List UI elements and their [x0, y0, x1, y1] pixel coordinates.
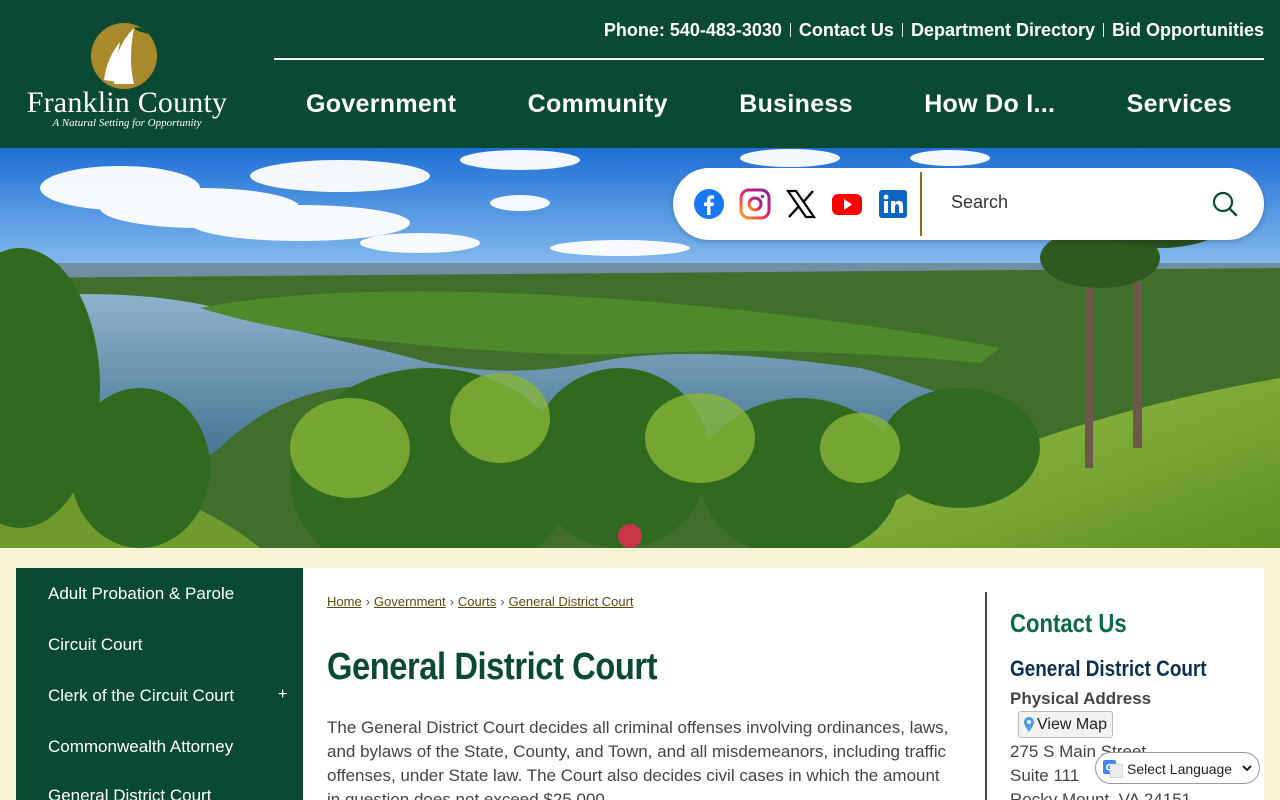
main-nav: Government Community Business How Do I..…	[274, 86, 1264, 126]
link-separator	[901, 23, 903, 37]
bid-opportunities-link[interactable]: Bid Opportunities	[1112, 20, 1264, 41]
breadcrumb-current[interactable]: General District Court	[509, 594, 634, 609]
page-description: The General District Court decides all c…	[327, 718, 949, 800]
contact-us-link[interactable]: Contact Us	[799, 20, 894, 41]
search-divider	[920, 172, 922, 236]
map-pin-icon	[1024, 717, 1034, 732]
contact-heading: Contact Us	[1010, 608, 1127, 638]
nav-how-do-i[interactable]: How Do I...	[924, 86, 1055, 126]
search-icon[interactable]	[1211, 190, 1239, 218]
search-bar: Search	[673, 168, 1264, 240]
expand-icon[interactable]: +	[278, 686, 287, 704]
nav-services[interactable]: Services	[1127, 86, 1232, 126]
select-language-label: Select Language	[1127, 761, 1233, 777]
sidebar-item-general-district-court[interactable]: General District Court	[48, 786, 211, 800]
link-separator	[1103, 23, 1104, 37]
utility-links: Phone: 540-483-3030 Contact Us Departmen…	[604, 18, 1264, 42]
sidebar-item-adult-probation[interactable]: Adult Probation & Parole	[48, 584, 234, 604]
sailboat-logo-icon	[91, 23, 157, 89]
column-divider	[985, 592, 987, 800]
youtube-icon[interactable]	[831, 188, 863, 220]
breadcrumb-courts[interactable]: Courts	[458, 594, 496, 609]
view-map-button[interactable]: View Map	[1018, 711, 1113, 738]
physical-address-label: Physical Address	[1010, 689, 1152, 708]
chevron-right-icon: ›	[449, 594, 454, 609]
chevron-right-icon: ›	[365, 594, 371, 609]
logo-tagline: A Natural Setting for Opportunity	[52, 117, 202, 129]
department-directory-link[interactable]: Department Directory	[911, 20, 1095, 41]
facebook-icon[interactable]	[693, 188, 725, 220]
address-line: Suite 111	[1010, 766, 1080, 785]
logo-name: Franklin County	[26, 86, 228, 119]
nav-business[interactable]: Business	[739, 86, 853, 126]
header-divider	[274, 58, 1264, 60]
x-icon[interactable]	[785, 188, 817, 220]
address-line: Rocky Mount, VA 24151	[1010, 790, 1192, 800]
sidebar-nav: Adult Probation & Parole Circuit Court C…	[16, 568, 303, 800]
sidebar-item-commonwealth-attorney[interactable]: Commonwealth Attorney	[48, 737, 233, 757]
franklin-county-logo[interactable]: Franklin County A Natural Setting for Op…	[14, 18, 240, 134]
nav-government[interactable]: Government	[306, 86, 456, 126]
chevron-right-icon: ›	[500, 594, 505, 609]
page-title: General District Court	[327, 646, 658, 688]
chevron-down-icon	[1242, 765, 1252, 772]
breadcrumb-home[interactable]: Home	[327, 594, 362, 609]
contact-court-name: General District Court	[1010, 656, 1207, 681]
nav-community[interactable]: Community	[528, 86, 668, 126]
link-separator	[789, 23, 791, 37]
sidebar-item-circuit-court[interactable]: Circuit Court	[48, 635, 142, 655]
google-translate-icon: G	[1103, 760, 1123, 778]
site-header: Franklin County A Natural Setting for Op…	[0, 0, 1280, 148]
select-language-dropdown[interactable]: G Select Language	[1095, 752, 1260, 784]
instagram-icon[interactable]	[739, 188, 771, 220]
svg-text:G: G	[1106, 764, 1113, 774]
phone-link[interactable]: Phone: 540-483-3030	[604, 20, 782, 41]
linkedin-icon[interactable]	[877, 188, 909, 220]
search-input[interactable]: Search	[951, 192, 1008, 213]
sidebar-item-clerk-circuit-court[interactable]: Clerk of the Circuit Court	[48, 686, 234, 706]
view-map-label: View Map	[1037, 716, 1107, 733]
breadcrumb: Home › Government › Courts › General District …	[327, 594, 634, 609]
breadcrumb-government[interactable]: Government	[374, 594, 446, 609]
